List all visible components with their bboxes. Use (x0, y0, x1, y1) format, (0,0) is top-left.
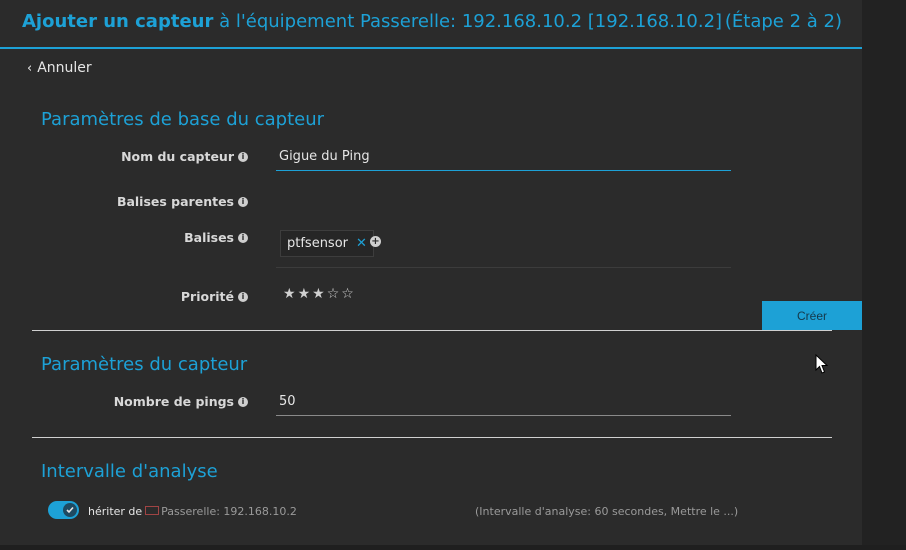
info-icon[interactable]: i (238, 152, 248, 162)
pings-input[interactable]: 50 (276, 394, 731, 416)
device-icon (145, 506, 160, 515)
interval-note: (Intervalle d'analyse: 60 secondes, Mett… (475, 505, 739, 518)
check-icon (63, 503, 77, 517)
right-scroll-area (862, 0, 906, 550)
star-empty-icon[interactable]: ☆ (327, 286, 342, 302)
section-title-basic: Paramètres de base du capteur (41, 109, 325, 130)
star-empty-icon[interactable]: ☆ (341, 286, 356, 302)
section-title-interval: Intervalle d'analyse (41, 461, 218, 482)
inherit-text: hériter de Passerelle: 192.168.10.2 (88, 505, 297, 518)
add-tag-icon[interactable]: + (370, 236, 381, 247)
inherit-toggle[interactable] (48, 501, 79, 519)
info-icon[interactable]: i (238, 197, 248, 207)
mouse-cursor-icon (815, 354, 829, 374)
priority-label: Priorité i (0, 289, 248, 304)
dialog: Ajouter un capteur à l'équipement Passer… (0, 0, 862, 545)
info-icon[interactable]: i (238, 397, 248, 407)
divider (32, 330, 832, 331)
title-bar: Ajouter un capteur à l'équipement Passer… (0, 0, 862, 49)
tag-chip: ptfsensor ✕ (280, 230, 374, 257)
tags-input[interactable]: ptfsensor ✕ + (276, 226, 731, 268)
create-button[interactable]: Créer (762, 301, 862, 330)
tags-label: Balises i (0, 230, 248, 245)
step-indicator: (Étape 2 à 2) (724, 11, 842, 32)
section-title-sensor: Paramètres du capteur (41, 354, 248, 375)
sensor-name-input[interactable]: Gigue du Ping (276, 149, 731, 171)
divider (32, 437, 832, 438)
bottom-strip (0, 545, 906, 550)
priority-stars[interactable]: ★★★☆☆ (283, 286, 356, 302)
info-icon[interactable]: i (238, 292, 248, 302)
chevron-left-icon: ‹ (27, 61, 33, 76)
parent-device-link[interactable]: Passerelle: 192.168.10.2 (161, 505, 297, 518)
star-filled-icon[interactable]: ★ (298, 286, 313, 302)
info-icon[interactable]: i (238, 233, 248, 243)
cancel-link[interactable]: ‹ Annuler (27, 60, 92, 76)
star-filled-icon[interactable]: ★ (312, 286, 327, 302)
pings-label: Nombre de pings i (0, 394, 248, 409)
parent-tags-label: Balises parentes i (0, 194, 248, 209)
remove-tag-icon[interactable]: ✕ (356, 236, 367, 251)
page-title: Ajouter un capteur à l'équipement Passer… (22, 11, 723, 32)
star-filled-icon[interactable]: ★ (283, 286, 298, 302)
sensor-name-label: Nom du capteur i (0, 149, 248, 164)
